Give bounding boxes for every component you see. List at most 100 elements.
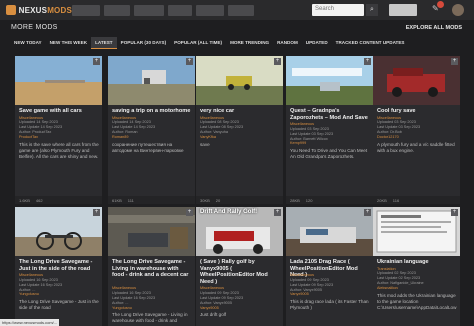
mod-title[interactable]: Ukrainian language (377, 259, 457, 266)
tab-new-today[interactable]: NEW TODAY (10, 37, 46, 49)
add-to-collection-icon[interactable]: + (364, 58, 371, 65)
tab-random[interactable]: RANDOM (273, 37, 302, 49)
avatar[interactable] (452, 4, 464, 16)
mod-thumbnail[interactable] (108, 56, 195, 105)
tab-popular-30-days[interactable]: POPULAR (30 DAYS) (117, 37, 171, 49)
mod-card[interactable]: + very nice car Miscellaneous Uploaded 08 S… (196, 56, 283, 204)
mod-thumbnail[interactable] (15, 56, 102, 105)
mod-meta: Miscellaneous Uploaded 03 Sep 2023 Last Up… (290, 122, 370, 146)
mod-description: A plymouth fury and a v/c saddle fitted … (377, 141, 455, 153)
mod-meta: Miscellaneous Uploaded 03 Sep 2023 Last Up… (377, 116, 457, 140)
mod-meta: Miscellaneous Uploaded 08 Sep 2023 Last Up… (200, 116, 280, 140)
explore-all-mods-link[interactable]: EXPLORE ALL MODS (406, 25, 462, 31)
mod-card[interactable]: + Lada 2105 Drag Race ( WheelPositionEdit… (286, 207, 373, 326)
mod-card[interactable]: + Quest – Gradnpa's Zaporozhets – Mod And… (286, 56, 373, 204)
nexus-logo-icon (6, 5, 16, 15)
mod-card[interactable]: + The Long Drive Savegame - Living in war… (108, 207, 195, 326)
mod-thumbnail[interactable] (373, 56, 460, 105)
mod-card[interactable]: Drift And Rally Golf! + ( Save ) Rally gol… (196, 207, 283, 326)
download-count: 116 (392, 198, 400, 203)
mod-title[interactable]: Cool fury save (377, 108, 457, 115)
tab-updated[interactable]: UPDATED (302, 37, 332, 49)
nav-community-button[interactable] (196, 4, 224, 16)
download-count: 120 (305, 198, 313, 203)
mod-title[interactable]: Quest – Gradnpa's Zaporozhets – Mod And … (290, 108, 370, 121)
mod-thumbnail[interactable] (286, 56, 373, 105)
add-to-collection-icon[interactable]: + (451, 209, 458, 216)
add-to-collection-icon[interactable]: + (364, 209, 371, 216)
mod-thumbnail[interactable] (286, 207, 373, 256)
add-to-collection-icon[interactable]: + (274, 209, 281, 216)
mod-stats: 61KB 111 (108, 196, 195, 204)
account-button[interactable] (389, 4, 417, 16)
mod-meta: Miscellaneous Uploaded 09 Sep 2023 Last Up… (290, 273, 370, 297)
mod-description: save (200, 141, 210, 147)
mod-title[interactable]: The Long Drive Savegame - Living in ware… (112, 259, 192, 279)
mod-description: This mod adds the Ukrainian language to … (377, 292, 457, 310)
page-title: MORE MODS (11, 24, 58, 31)
mod-description: The Long Drive Savegame - Living in ware… (112, 312, 188, 324)
mod-uploader[interactable]: ProductTax (19, 135, 99, 140)
nav-mods-button[interactable] (104, 4, 130, 16)
mod-card[interactable]: + The Long Drive Savegame - Just in the s… (15, 207, 102, 326)
mod-thumbnail[interactable] (108, 207, 195, 256)
mod-stats: 28KB 120 (286, 196, 373, 204)
mod-uploader[interactable]: Vanyx9005 (200, 306, 280, 311)
add-to-collection-icon[interactable]: + (186, 209, 193, 216)
tab-latest[interactable]: LATEST (91, 37, 117, 49)
nav-media-button[interactable] (168, 4, 192, 16)
tab-more-trending[interactable]: MORE TRENDING (226, 37, 273, 49)
nav-support-button[interactable] (228, 4, 254, 16)
nav-collections-button[interactable] (134, 4, 164, 16)
add-to-collection-icon[interactable]: + (93, 58, 100, 65)
download-count: 111 (127, 198, 134, 203)
mod-title[interactable]: The Long Drive Savegame - Just in the si… (19, 259, 99, 272)
mod-uploader[interactable]: Kemp999 (290, 141, 370, 146)
mod-title[interactable]: very nice car (200, 108, 280, 115)
mod-uploader[interactable]: Aleksnalikov (377, 286, 457, 291)
mod-meta: Miscellaneous Uploaded 09 Sep 2023 Last Up… (200, 286, 280, 310)
mod-card[interactable]: + Save game with all cars Miscellaneous Upl… (15, 56, 102, 204)
tab-tracked-content-updates[interactable]: TRACKED CONTENT UPDATES (332, 37, 409, 49)
mod-uploader[interactable]: Roman89 (112, 135, 192, 140)
mod-description: Just drift golf (200, 312, 227, 318)
thumbnail-banner-text: Drift And Rally Golf! (200, 209, 258, 215)
mod-uploader[interactable]: Yungolusnu (19, 292, 99, 297)
mod-description: This is drag race lada ( its Faster Than… (290, 299, 369, 311)
add-to-collection-icon[interactable]: + (451, 58, 458, 65)
nexusmods-logo[interactable]: NEXUSMODS (6, 5, 72, 15)
mod-uploader[interactable]: Vanyx9005 (290, 292, 370, 297)
mod-list-tabs: NEW TODAY NEW THIS WEEK LATEST POPULAR (30 … (10, 37, 464, 49)
mod-card[interactable]: + Cool fury save Miscellaneous Uploaded 03 … (373, 56, 460, 204)
mod-thumbnail[interactable] (15, 207, 102, 256)
mod-thumbnail[interactable] (196, 56, 283, 105)
tab-popular-all-time[interactable]: POPULAR (ALL TIME) (170, 37, 226, 49)
mod-title[interactable]: saving a trip on a motorhome (112, 108, 192, 115)
mod-title[interactable]: ( Save ) Rally golf by Vanyx9005 ( Wheel… (200, 259, 280, 285)
notification-badge (437, 1, 444, 8)
mod-stats: 30KB 20 (196, 196, 283, 204)
mod-description: The Long Drive Savegame - Just in the si… (19, 299, 99, 311)
mod-uploader[interactable]: Doctor12170 (377, 135, 457, 140)
search-icon[interactable]: ⌕ (366, 4, 378, 16)
search-input[interactable]: Search (312, 4, 364, 16)
add-to-collection-icon[interactable]: + (93, 209, 100, 216)
file-size: 1.6KB (19, 198, 30, 203)
file-size: 20KB (377, 198, 387, 203)
mod-uploader[interactable]: VanyKfka (200, 135, 280, 140)
mod-card[interactable]: + saving a trip on a motorhome Miscellaneo… (108, 56, 195, 204)
mod-thumbnail[interactable] (373, 207, 460, 256)
mod-meta: Miscellaneous Uploaded 14 Sep 2023 Last Up… (112, 116, 192, 140)
tab-new-this-week[interactable]: NEW THIS WEEK (46, 37, 92, 49)
file-size: 61KB (112, 198, 122, 203)
add-to-collection-icon[interactable]: + (186, 58, 193, 65)
nav-games-button[interactable] (72, 4, 100, 16)
mod-stats: 20KB 116 (373, 196, 460, 204)
add-to-collection-icon[interactable]: + (274, 58, 281, 65)
mod-uploader[interactable]: Yungolusnu (112, 306, 192, 311)
mod-meta: Miscellaneous Uploaded 16 Sep 2023 Last Up… (19, 273, 99, 297)
mod-card[interactable]: + Ukrainian language Translation Uploaded 0… (373, 207, 460, 326)
mod-title[interactable]: Save game with all cars (19, 108, 99, 115)
mod-description: You Need To Drive and You Can Meet An Ol… (290, 148, 368, 160)
mod-meta: Miscellaneous Uploaded 16 Sep 2023 Last Up… (112, 286, 192, 310)
